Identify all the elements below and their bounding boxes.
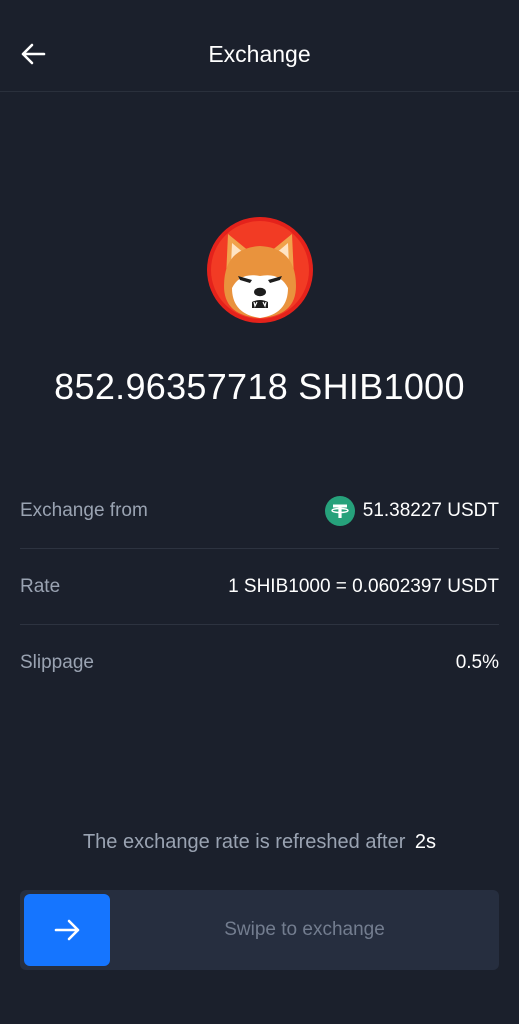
swipe-label: Swipe to exchange (224, 919, 385, 940)
rate-label: Rate (20, 575, 61, 597)
exchange-from-label: Exchange from (20, 499, 148, 521)
swipe-handle[interactable] (24, 894, 110, 966)
usdt-tether-icon (324, 495, 355, 526)
exchange-from-value: 51.38227 USDT (362, 499, 499, 521)
swipe-to-exchange-track[interactable]: Swipe to exchange (20, 890, 499, 970)
page-title: Exchange (208, 41, 311, 67)
exchange-from-value-group: 51.38227 USDT (324, 495, 499, 526)
slippage-row: Slippage 0.5% (20, 625, 499, 701)
refresh-notice: The exchange rate is refreshed after 2s (0, 828, 519, 856)
exchange-from-row: Exchange from 51.38227 USDT (20, 473, 499, 549)
arrow-right-icon (54, 919, 80, 941)
token-amount: 852.96357718 SHIB1000 (54, 366, 465, 407)
top-bar: Exchange (0, 0, 519, 92)
slippage-value: 0.5% (455, 652, 499, 673)
shiba-inu-logo-icon (206, 216, 314, 324)
refresh-seconds: 2s (414, 831, 437, 853)
rate-row: Rate 1 SHIB1000 = 0.0602397 USDT (20, 549, 499, 625)
refresh-text: The exchange rate is refreshed after (82, 831, 406, 853)
slippage-label: Slippage (20, 652, 94, 673)
rate-value: 1 SHIB1000 = 0.0602397 USDT (228, 575, 499, 597)
